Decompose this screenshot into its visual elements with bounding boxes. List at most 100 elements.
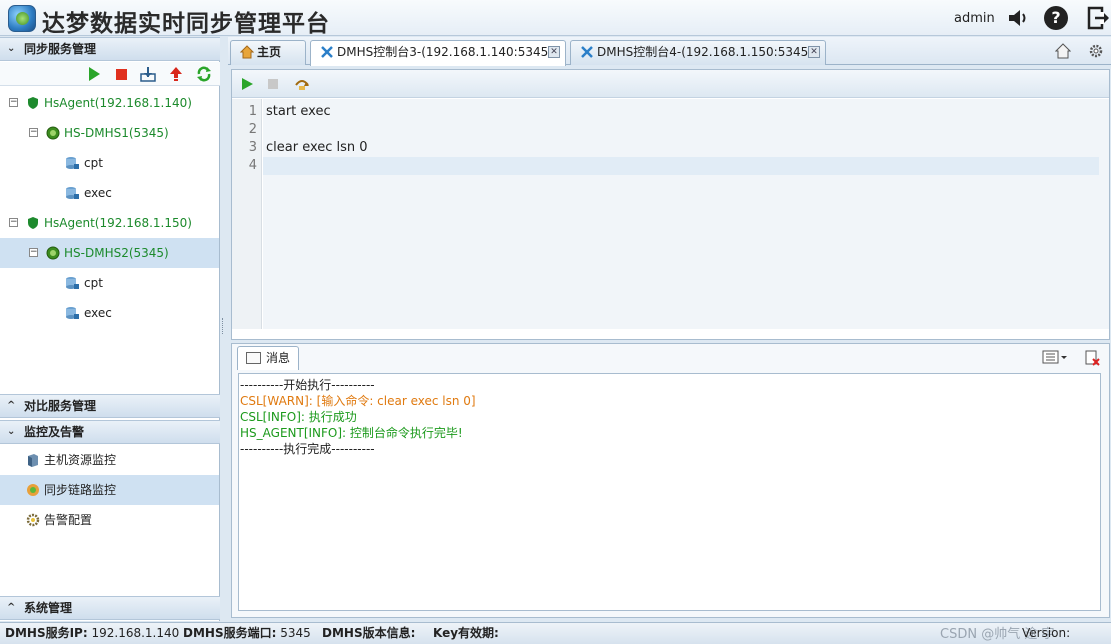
tree-node-cpt-1[interactable]: cpt bbox=[0, 148, 219, 178]
nav-alarm-config[interactable]: 告警配置 bbox=[0, 505, 219, 535]
command-editor-panel: 1 2 3 4 start exec clear exec lsn 0 bbox=[231, 69, 1110, 340]
tree-label: HS-DMHS2(5345) bbox=[64, 246, 169, 260]
service-icon bbox=[46, 126, 60, 140]
tab-label: 主页 bbox=[257, 45, 282, 59]
code-input-area[interactable]: start exec clear exec lsn 0 bbox=[263, 99, 1109, 329]
app-logo-icon bbox=[8, 5, 36, 32]
tab-bar: 主页 DMHS控制台3-(192.168.1.140:5345) ✕ DMHS控… bbox=[228, 37, 1111, 66]
link-monitor-icon bbox=[27, 484, 39, 496]
tab-home[interactable]: 主页 bbox=[230, 40, 306, 65]
help-icon[interactable]: ? bbox=[1044, 6, 1068, 30]
import-icon[interactable] bbox=[140, 66, 156, 82]
compare-service-panel-header[interactable]: ^ 对比服务管理 bbox=[0, 394, 220, 418]
tree-node-agent-140[interactable]: − HsAgent(192.168.1.140) bbox=[0, 88, 219, 118]
tab-label: DMHS控制台3-(192.168.1.140:5345) bbox=[337, 45, 553, 59]
tree-label: exec bbox=[84, 186, 112, 200]
collapse-toggle-icon[interactable]: − bbox=[9, 98, 18, 107]
tree-label: HS-DMHS1(5345) bbox=[64, 126, 169, 140]
status-ip-value: 192.168.1.140 bbox=[91, 626, 180, 640]
format-icon[interactable] bbox=[294, 76, 310, 92]
refresh-icon[interactable] bbox=[196, 66, 212, 82]
message-line: ----------开始执行---------- bbox=[240, 378, 375, 392]
message-icon bbox=[246, 352, 261, 364]
logout-icon[interactable] bbox=[1086, 6, 1110, 30]
chevron-up-icon: ^ bbox=[7, 400, 16, 411]
status-port-value: 5345 bbox=[280, 626, 311, 640]
stop-icon[interactable] bbox=[113, 66, 129, 82]
sync-toolbar bbox=[0, 62, 220, 86]
shield-icon bbox=[28, 97, 38, 109]
tree-label: cpt bbox=[84, 276, 103, 290]
message-line: HS_AGENT[INFO]: 控制台命令执行完毕! bbox=[240, 426, 463, 440]
status-version-label: DMHS版本信息: bbox=[322, 626, 416, 640]
splitter-grip[interactable] bbox=[222, 318, 225, 334]
nav-label: 告警配置 bbox=[44, 513, 93, 527]
system-panel-header[interactable]: ^ 系统管理 bbox=[0, 596, 220, 620]
database-icon bbox=[66, 307, 79, 319]
list-dropdown-icon[interactable] bbox=[1042, 350, 1068, 364]
upload-icon[interactable] bbox=[168, 66, 184, 82]
panel-title: 同步服务管理 bbox=[24, 42, 97, 56]
clear-messages-icon[interactable] bbox=[1084, 350, 1100, 366]
current-user[interactable]: admin bbox=[954, 11, 995, 26]
line-number: 3 bbox=[248, 140, 257, 155]
chevron-up-icon: ^ bbox=[7, 602, 16, 613]
nav-label: 主机资源监控 bbox=[44, 453, 117, 467]
status-ip-label: DMHS服务IP: bbox=[5, 626, 88, 640]
home-icon bbox=[240, 45, 254, 59]
status-ip: DMHS服务IP: 192.168.1.140 bbox=[5, 623, 179, 644]
code-line: start exec bbox=[266, 104, 331, 119]
tree-label: exec bbox=[84, 306, 112, 320]
monitor-panel-header[interactable]: ⌄ 监控及告警 bbox=[0, 420, 220, 444]
collapse-toggle-icon[interactable]: − bbox=[29, 128, 38, 137]
status-key: Key有效期: bbox=[433, 623, 499, 644]
close-icon[interactable]: ✕ bbox=[808, 46, 820, 58]
chevron-down-icon: ⌄ bbox=[7, 43, 16, 54]
tab-label: DMHS控制台4-(192.168.1.150:5345) bbox=[597, 45, 813, 59]
nav-host-resource-monitor[interactable]: 主机资源监控 bbox=[0, 445, 219, 475]
tree-node-exec-2[interactable]: exec bbox=[0, 298, 219, 328]
stop-icon[interactable] bbox=[267, 78, 279, 90]
status-version: Version: 4.1.66 bbox=[1022, 626, 1071, 640]
line-number-gutter: 1 2 3 4 bbox=[232, 99, 262, 329]
speaker-icon[interactable] bbox=[1006, 6, 1030, 30]
tree-node-cpt-2[interactable]: cpt bbox=[0, 268, 219, 298]
tools-icon bbox=[321, 46, 333, 58]
nav-label: 同步链路监控 bbox=[44, 483, 117, 497]
tree-label: HsAgent(192.168.1.140) bbox=[44, 96, 192, 110]
settings-icon[interactable] bbox=[1088, 43, 1104, 59]
line-number: 1 bbox=[248, 104, 257, 119]
tab-label: 消息 bbox=[266, 351, 291, 365]
service-icon bbox=[46, 246, 60, 260]
collapse-toggle-icon[interactable]: − bbox=[9, 218, 18, 227]
tab-messages[interactable]: 消息 bbox=[237, 346, 299, 370]
shield-icon bbox=[28, 217, 38, 229]
message-line: CSL[WARN]: [输入命令: clear exec lsn 0] bbox=[240, 394, 476, 408]
database-icon bbox=[66, 277, 79, 289]
home-icon[interactable] bbox=[1055, 43, 1071, 59]
tab-console-3[interactable]: DMHS控制台3-(192.168.1.140:5345) ✕ bbox=[310, 40, 566, 66]
sync-service-panel-header[interactable]: ⌄ 同步服务管理 bbox=[0, 37, 220, 61]
collapse-toggle-icon[interactable]: − bbox=[29, 248, 38, 257]
editor-toolbar bbox=[232, 70, 1109, 98]
message-log[interactable]: ----------开始执行---------- CSL[WARN]: [输入命令… bbox=[238, 373, 1101, 611]
database-icon bbox=[66, 157, 79, 169]
tab-console-4[interactable]: DMHS控制台4-(192.168.1.150:5345) ✕ bbox=[570, 40, 826, 65]
chevron-down-icon: ⌄ bbox=[7, 426, 16, 437]
tree-node-dmhs1[interactable]: − HS-DMHS1(5345) bbox=[0, 118, 219, 148]
tree-node-dmhs2[interactable]: − HS-DMHS2(5345) bbox=[0, 238, 219, 268]
tree-node-agent-150[interactable]: − HsAgent(192.168.1.150) bbox=[0, 208, 219, 238]
code-line: clear exec lsn 0 bbox=[266, 140, 368, 155]
close-icon[interactable]: ✕ bbox=[548, 46, 560, 58]
message-line: CSL[INFO]: 执行成功 bbox=[240, 410, 357, 424]
nav-sync-link-monitor[interactable]: 同步链路监控 bbox=[0, 475, 219, 505]
line-number: 2 bbox=[248, 122, 257, 137]
server-icon bbox=[28, 454, 38, 467]
start-icon[interactable] bbox=[86, 66, 102, 82]
panel-title: 监控及告警 bbox=[24, 425, 85, 439]
left-panel: ⌄ 同步服务管理 − HsAgent(192.168.1.140) − HS-D… bbox=[0, 37, 220, 621]
message-panel: 消息 ----------开始执行---------- CSL[WARN]: [输… bbox=[231, 343, 1110, 618]
tree-node-exec-1[interactable]: exec bbox=[0, 178, 219, 208]
tools-icon bbox=[581, 46, 593, 58]
run-icon[interactable] bbox=[240, 77, 254, 91]
